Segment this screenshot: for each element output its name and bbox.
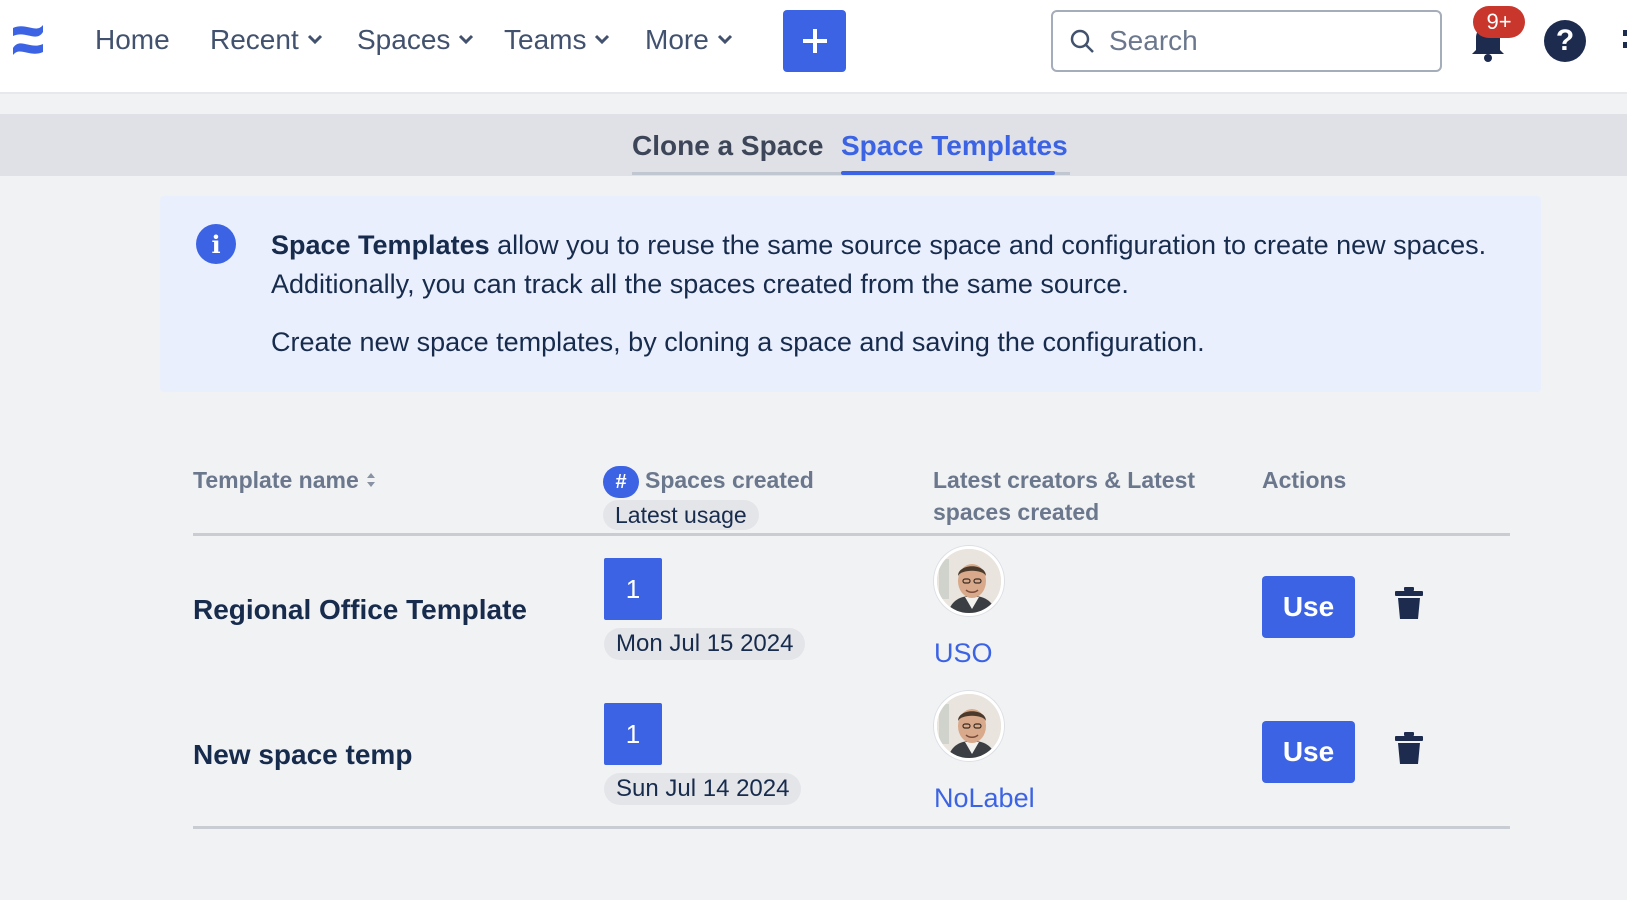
nav-spaces-label: Spaces	[357, 24, 451, 55]
info-paragraph-1: Space Templates allow you to reuse the s…	[271, 226, 1521, 304]
info-text: Space Templates allow you to reuse the s…	[271, 226, 1521, 362]
avatar	[934, 691, 1004, 761]
spaces-created-count: 1	[604, 703, 662, 765]
chevron-down-icon	[595, 34, 610, 45]
table-row: Regional Office Template 1 Mon Jul 15 20…	[193, 536, 1510, 681]
info-strong: Space Templates	[271, 230, 490, 260]
chevron-down-icon	[307, 34, 322, 45]
tab-space-templates[interactable]: Space Templates	[841, 130, 1068, 162]
help-icon[interactable]: ?	[1544, 20, 1586, 62]
header-spaces-line: # Spaces created	[603, 464, 814, 498]
avatar	[934, 546, 1004, 616]
top-navigation: Home Recent Spaces Teams More 9+ ?	[0, 0, 1627, 94]
tab-bar: Clone a Space Space Templates	[0, 114, 1627, 176]
info-glyph: i	[211, 229, 221, 259]
header-spaces-created-label: Spaces created	[645, 467, 814, 493]
plus-icon	[802, 29, 827, 53]
table-bottom-divider	[193, 826, 1510, 829]
sort-icon[interactable]	[365, 471, 377, 489]
tab-clone-a-space[interactable]: Clone a Space	[632, 130, 823, 162]
nav-spaces[interactable]: Spaces	[357, 24, 474, 56]
header-template-name-label: Template name	[193, 467, 359, 493]
table-row: New space temp 1 Sun Jul 14 2024 NoLabel…	[193, 681, 1510, 826]
nav-recent[interactable]: Recent	[210, 24, 323, 56]
nav-home[interactable]: Home	[95, 24, 170, 56]
header-template-name[interactable]: Template name	[193, 464, 377, 496]
help-glyph: ?	[1555, 24, 1575, 57]
active-tab-indicator	[841, 171, 1055, 175]
header-actions: Actions	[1262, 467, 1347, 493]
confluence-logo-icon[interactable]	[10, 22, 46, 58]
settings-icon[interactable]	[1619, 28, 1627, 56]
use-template-button[interactable]: Use	[1262, 721, 1355, 783]
hash-icon: #	[603, 465, 639, 498]
latest-usage-date: Sun Jul 14 2024	[604, 773, 802, 805]
info-icon: i	[196, 224, 236, 264]
use-template-button[interactable]: Use	[1262, 576, 1355, 638]
spaces-created-count: 1	[604, 558, 662, 620]
notification-badge: 9+	[1473, 6, 1525, 38]
table-header: Template name # Spaces created Latest usa…	[193, 460, 1510, 536]
info-panel: i Space Templates allow you to reuse the…	[160, 196, 1541, 392]
creator-avatar-image	[937, 694, 1001, 758]
search-box[interactable]	[1051, 10, 1442, 72]
create-button[interactable]	[783, 10, 846, 72]
nav-more-label: More	[645, 24, 709, 55]
nav-teams[interactable]: Teams	[504, 24, 610, 56]
template-name: New space temp	[193, 739, 413, 770]
search-icon	[1070, 29, 1094, 53]
nav-more[interactable]: More	[645, 24, 733, 56]
latest-usage-date: Mon Jul 15 2024	[604, 628, 806, 660]
header-creators: Latest creators & Latest spaces created	[933, 467, 1196, 525]
nav-teams-label: Teams	[504, 24, 587, 55]
creator-avatar-image	[937, 549, 1001, 613]
created-space-link[interactable]: USO	[934, 638, 993, 669]
trash-icon[interactable]	[1394, 731, 1424, 765]
header-latest-usage: Latest usage	[603, 499, 759, 530]
search-input[interactable]	[1109, 25, 1409, 57]
header-spaces-created: # Spaces created Latest usage	[603, 464, 814, 531]
info-paragraph-2: Create new space templates, by cloning a…	[271, 327, 1205, 357]
created-space-link[interactable]: NoLabel	[934, 783, 1035, 814]
chevron-down-icon	[717, 34, 732, 45]
chevron-down-icon	[459, 34, 474, 45]
nav-home-label: Home	[95, 24, 170, 55]
template-name: Regional Office Template	[193, 594, 527, 625]
nav-recent-label: Recent	[210, 24, 299, 55]
trash-icon[interactable]	[1394, 586, 1424, 620]
